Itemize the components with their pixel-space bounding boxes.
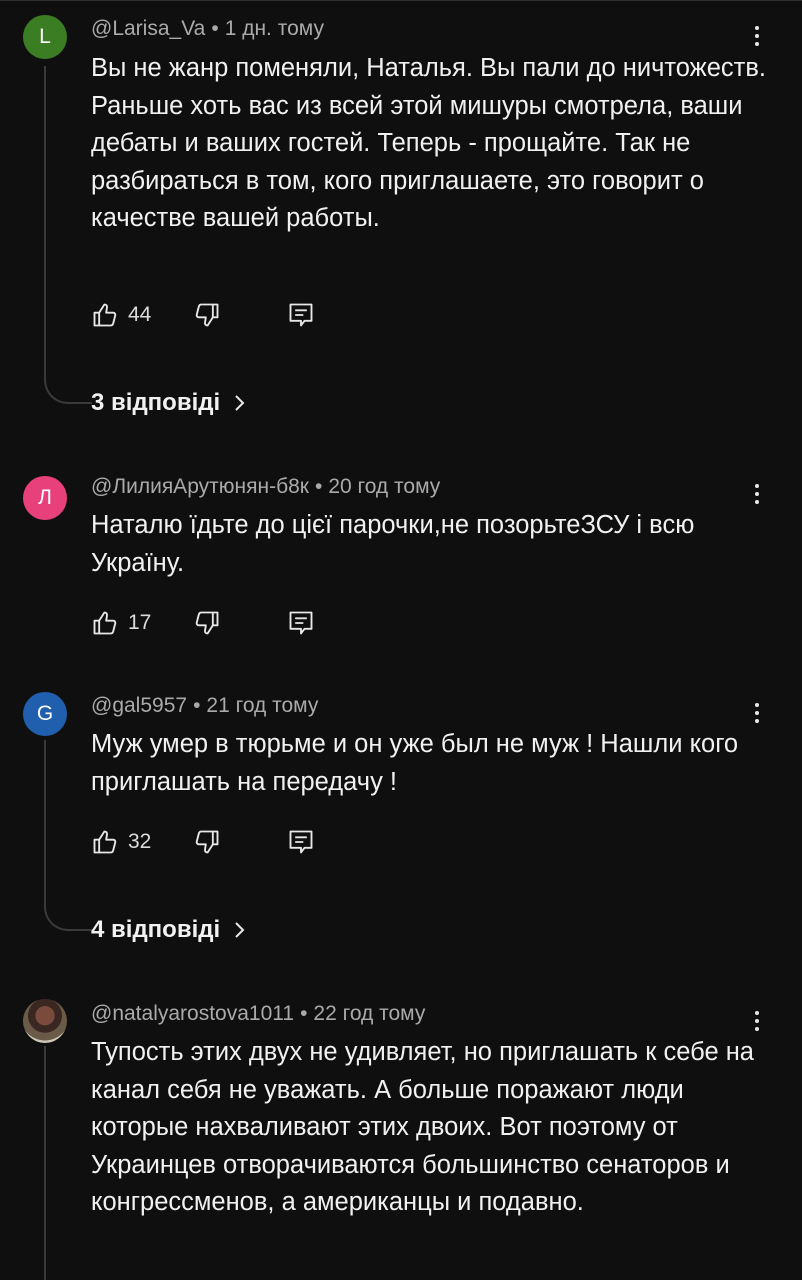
chevron-right-icon — [235, 922, 245, 938]
avatar[interactable]: G — [23, 692, 67, 736]
dislike-button[interactable] — [193, 822, 221, 862]
more-vert-icon — [755, 484, 759, 488]
like-count: 44 — [128, 303, 152, 326]
reply-button[interactable] — [287, 603, 315, 643]
comment-meta: @Larisa_Va • 1 дн. тому — [91, 17, 324, 41]
thread-line — [44, 66, 92, 404]
author-name[interactable]: @ЛилияАрутюнян-б8к — [91, 475, 309, 498]
like-button[interactable]: 17 — [91, 603, 151, 643]
thumbs-down-icon — [195, 611, 219, 635]
separator-dot: • — [193, 694, 201, 717]
avatar[interactable]: Л — [23, 476, 67, 520]
comment-meta: @gal5957 • 21 год тому — [91, 694, 318, 718]
thumbs-down-icon — [195, 830, 219, 854]
reply-icon — [289, 611, 313, 635]
reply-icon — [289, 303, 313, 327]
thumbs-up-icon — [93, 830, 117, 854]
reply-button[interactable] — [287, 295, 315, 335]
comment-text: Наталю їдьте до цієї парочки,не позорьте… — [91, 511, 695, 577]
like-count: 17 — [128, 611, 152, 634]
avatar-letter: Л — [38, 486, 52, 509]
view-replies-button[interactable]: 3 відповіді — [91, 389, 246, 417]
comment-meta: @ЛилияАрутюнян-б8к • 20 год тому — [91, 475, 440, 499]
comment-text: Тупость этих двух не удивляет, но пригла… — [91, 1038, 754, 1216]
timestamp[interactable]: 1 дн. тому — [225, 17, 324, 40]
more-vert-icon — [755, 703, 759, 707]
author-name[interactable]: @natalyarostova1011 — [91, 1002, 294, 1025]
timestamp[interactable]: 20 год тому — [328, 475, 440, 498]
thread-line — [44, 740, 92, 931]
separator-dot: • — [211, 17, 219, 40]
more-vert-icon — [755, 26, 759, 30]
divider — [0, 0, 802, 1]
replies-label: 3 відповіді — [91, 389, 221, 416]
like-button[interactable]: 44 — [91, 295, 151, 335]
timestamp[interactable]: 22 год тому — [313, 1002, 425, 1025]
thumbs-up-icon — [93, 611, 117, 635]
avatar[interactable] — [23, 999, 67, 1043]
avatar-letter: G — [36, 702, 54, 725]
like-button[interactable]: 32 — [91, 822, 151, 862]
comment-text: Вы не жанр поменяли, Наталья. Вы пали до… — [91, 54, 766, 232]
chevron-right-icon — [235, 395, 245, 411]
thread-line — [44, 1046, 46, 1280]
reply-icon — [289, 830, 313, 854]
separator-dot: • — [314, 475, 323, 498]
reply-button[interactable] — [287, 822, 315, 862]
thumbs-down-icon — [195, 303, 219, 327]
comment-meta: @natalyarostova1011 • 22 год тому — [91, 1002, 425, 1026]
avatar-letter: L — [39, 25, 51, 48]
like-count: 32 — [128, 830, 152, 853]
author-name[interactable]: @Larisa_Va — [91, 17, 205, 40]
more-vert-icon — [755, 1011, 759, 1015]
replies-label: 4 відповіді — [91, 916, 221, 943]
comment-text: Муж умер в тюрьме и он уже был не муж ! … — [91, 730, 739, 796]
thumbs-up-icon — [93, 303, 117, 327]
dislike-button[interactable] — [193, 603, 221, 643]
view-replies-button[interactable]: 4 відповіді — [91, 916, 246, 944]
separator-dot: • — [300, 1002, 308, 1025]
author-name[interactable]: @gal5957 — [91, 694, 187, 717]
dislike-button[interactable] — [193, 295, 221, 335]
avatar[interactable]: L — [23, 15, 67, 59]
timestamp[interactable]: 21 год тому — [206, 694, 318, 717]
